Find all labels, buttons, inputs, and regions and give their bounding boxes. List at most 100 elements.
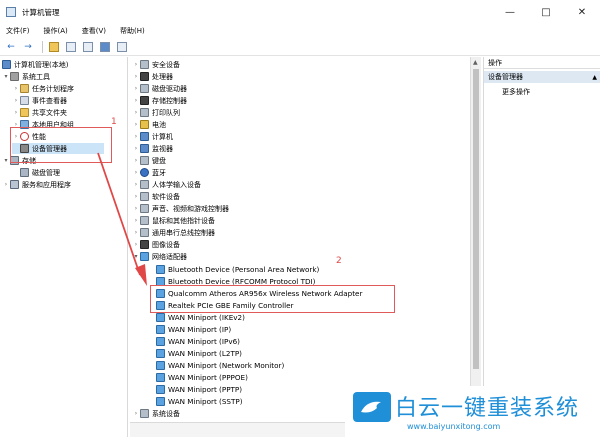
tree-item-system-tools[interactable]: ▾ 系统工具 — [2, 71, 50, 82]
network-adapter-item[interactable]: WAN Miniport (PPTP) — [156, 384, 242, 395]
chevron-right-icon[interactable]: › — [132, 133, 140, 140]
scroll-thumb[interactable] — [473, 69, 479, 369]
menu-help[interactable]: 帮助(H) — [120, 26, 145, 36]
actions-section-device-manager[interactable]: 设备管理器 ▲ — [484, 71, 600, 83]
network-adapter-item[interactable]: WAN Miniport (IPv6) — [156, 336, 240, 347]
tree-item-label: 计算机管理(本地) — [14, 60, 69, 69]
tree-item-root[interactable]: 计算机管理(本地) — [2, 59, 68, 70]
chevron-right-icon[interactable]: › — [132, 85, 140, 92]
help-button[interactable] — [98, 40, 112, 54]
category-label: 系统设备 — [152, 409, 180, 418]
adapter-label: WAN Miniport (IPv6) — [168, 337, 240, 346]
network-adapter-item[interactable]: WAN Miniport (PPPOE) — [156, 372, 248, 383]
vertical-scrollbar[interactable]: ▲ ▼ — [470, 57, 481, 422]
minimize-button[interactable]: — — [492, 0, 528, 24]
maximize-button[interactable]: □ — [528, 0, 564, 24]
chevron-down-icon[interactable]: ▾ — [2, 73, 10, 80]
menu-action[interactable]: 操作(A) — [44, 26, 68, 36]
category-label: 鼠标和其他指针设备 — [152, 216, 215, 225]
show-hide-tree-button[interactable] — [64, 40, 78, 54]
tree-item-services[interactable]: › 服务和应用程序 — [2, 179, 71, 190]
tree-item-label: 任务计划程序 — [32, 84, 74, 93]
annotation-box-2 — [150, 285, 395, 313]
forward-button[interactable]: → — [21, 40, 35, 54]
computer-icon — [140, 132, 149, 141]
watermark: 白云一键重装系统 www.baiyunxitong.com — [345, 386, 600, 437]
chevron-right-icon[interactable]: › — [132, 97, 140, 104]
tree-item-event-viewer[interactable]: › 事件查看器 — [12, 95, 67, 106]
chevron-down-icon[interactable]: ▾ — [2, 157, 10, 164]
shared-folder-icon — [20, 108, 29, 117]
annotation-arrow — [97, 152, 147, 286]
chevron-right-icon[interactable]: › — [2, 181, 10, 188]
network-adapter-icon — [156, 265, 165, 274]
tree-item-shared-folders[interactable]: › 共享文件夹 — [12, 107, 67, 118]
device-category[interactable]: › 打印队列 — [132, 107, 180, 118]
collapse-arrow-icon[interactable]: ▲ — [592, 74, 597, 81]
network-adapter-item[interactable]: WAN Miniport (IP) — [156, 324, 231, 335]
device-category[interactable]: › 存储控制器 — [132, 95, 187, 106]
chevron-right-icon[interactable]: › — [12, 97, 20, 104]
adapter-label: WAN Miniport (L2TP) — [168, 349, 242, 358]
device-category[interactable]: › 安全设备 — [132, 59, 180, 70]
more-actions-link[interactable]: 更多操作 — [502, 87, 530, 97]
folder-icon — [49, 41, 59, 52]
network-adapter-icon — [156, 361, 165, 370]
computer-icon — [2, 60, 11, 69]
menu-bar: 文件(F) 操作(A) 查看(V) 帮助(H) — [0, 24, 600, 38]
menu-view[interactable]: 查看(V) — [82, 26, 106, 36]
network-adapter-item[interactable]: WAN Miniport (SSTP) — [156, 396, 243, 407]
network-adapter-item[interactable]: WAN Miniport (IKEv2) — [156, 312, 245, 323]
device-category[interactable]: › 计算机 — [132, 131, 173, 142]
category-label: 安全设备 — [152, 60, 180, 69]
printer-icon — [140, 108, 149, 117]
bird-logo-icon — [353, 392, 391, 422]
properties-button[interactable] — [81, 40, 95, 54]
services-icon — [10, 180, 19, 189]
device-category[interactable]: › 电池 — [132, 119, 166, 130]
tree-item-label: 系统工具 — [22, 72, 50, 81]
back-button[interactable]: ← — [4, 40, 18, 54]
window-title: 计算机管理 — [22, 7, 60, 17]
category-label: 磁盘驱动器 — [152, 84, 187, 93]
network-adapter-icon — [156, 349, 165, 358]
menu-file[interactable]: 文件(F) — [6, 26, 30, 36]
chevron-right-icon[interactable]: › — [132, 410, 140, 417]
processor-icon — [140, 72, 149, 81]
close-button[interactable]: ✕ — [564, 0, 600, 24]
network-adapter-item[interactable]: WAN Miniport (Network Monitor) — [156, 360, 284, 371]
device-category[interactable]: › 磁盘驱动器 — [132, 83, 187, 94]
chevron-right-icon[interactable]: › — [132, 121, 140, 128]
tree-item-task-scheduler[interactable]: › 任务计划程序 — [12, 83, 74, 94]
tools-icon — [10, 72, 19, 81]
network-adapter-icon — [156, 313, 165, 322]
disk-icon — [20, 168, 29, 177]
category-label: 存储控制器 — [152, 96, 187, 105]
device-category[interactable]: › 处理器 — [132, 71, 173, 82]
category-label: 电池 — [152, 120, 166, 129]
tree-item-disk-management[interactable]: 磁盘管理 — [20, 167, 60, 178]
event-log-icon — [20, 96, 29, 105]
chevron-right-icon[interactable]: › — [132, 109, 140, 116]
network-adapter-icon — [156, 397, 165, 406]
actions-pane: 操作 设备管理器 ▲ 更多操作 — [483, 57, 600, 422]
network-adapter-item[interactable]: WAN Miniport (L2TP) — [156, 348, 242, 359]
system-device-icon — [140, 409, 149, 418]
up-folder-button[interactable] — [47, 40, 61, 54]
toolbar-separator — [42, 40, 43, 53]
scroll-up-icon[interactable]: ▲ — [473, 59, 478, 66]
chevron-right-icon[interactable]: › — [132, 73, 140, 80]
chevron-right-icon[interactable]: › — [12, 85, 20, 92]
properties-icon — [83, 41, 93, 52]
help-icon — [100, 41, 110, 52]
scan-hardware-button[interactable] — [115, 40, 129, 54]
title-bar: 计算机管理 — □ ✕ — [0, 0, 600, 24]
toolbar: ← → — [0, 38, 600, 56]
device-category[interactable]: › 系统设备 — [132, 408, 180, 419]
network-adapter-icon — [156, 373, 165, 382]
chevron-right-icon[interactable]: › — [132, 61, 140, 68]
network-adapter-item[interactable]: Bluetooth Device (Personal Area Network) — [156, 264, 319, 275]
window-controls: — □ ✕ — [492, 0, 600, 24]
chevron-right-icon[interactable]: › — [12, 109, 20, 116]
adapter-label: WAN Miniport (PPPOE) — [168, 373, 248, 382]
